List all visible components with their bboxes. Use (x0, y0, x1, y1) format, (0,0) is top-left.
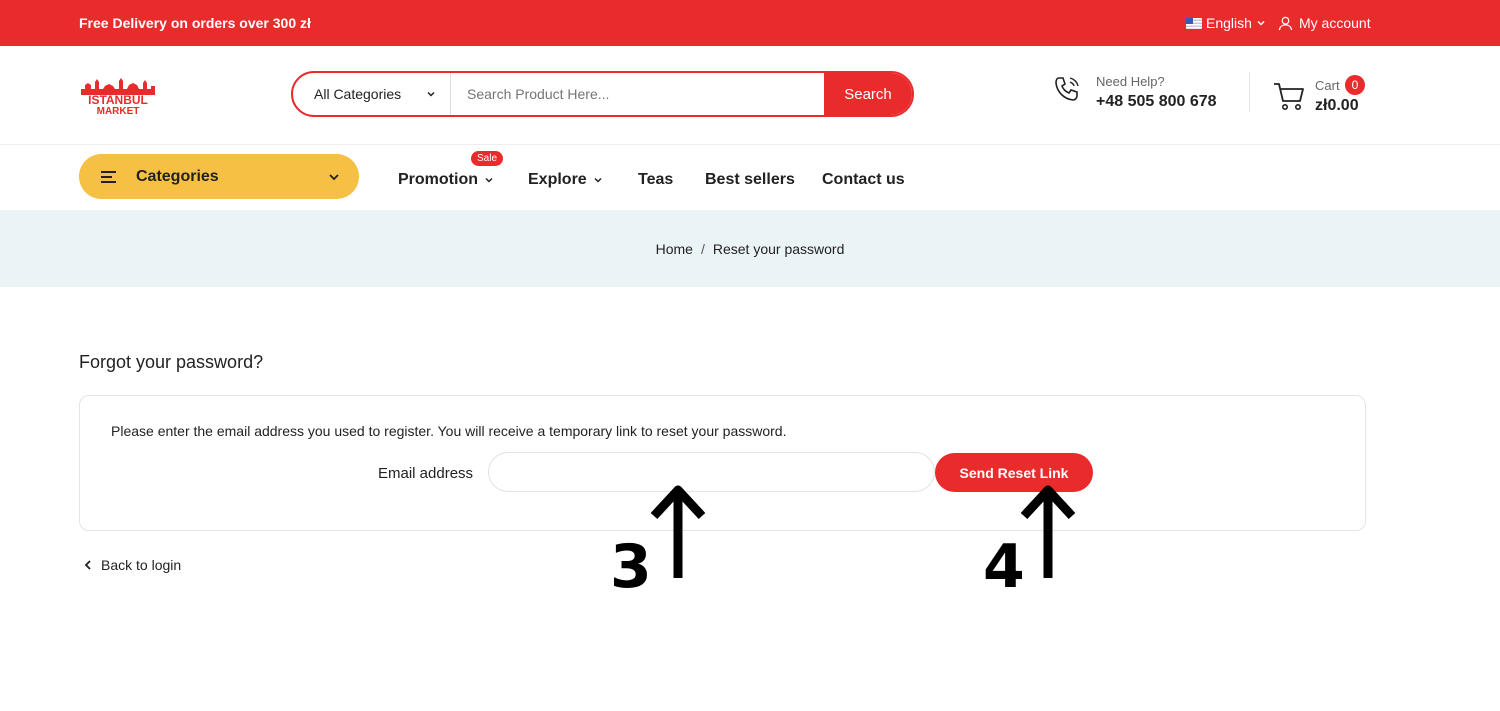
chevron-left-icon (84, 560, 91, 570)
nav-item-label: Promotion (398, 171, 478, 188)
nav-item-label: Explore (528, 171, 587, 188)
main-nav: Categories Sale Promotion Explore Teas B… (0, 145, 1500, 210)
categories-dropdown[interactable]: Categories (79, 154, 359, 199)
annotation-step-3: 3 (610, 480, 710, 605)
help-contact: Need Help? +48 505 800 678 (1052, 74, 1217, 111)
language-label: English (1206, 15, 1252, 31)
chevron-down-icon (594, 177, 602, 183)
annotation-number: 3 (610, 532, 652, 602)
breadcrumb: Home / Reset your password (0, 241, 1500, 257)
cart-count-badge: 0 (1345, 75, 1365, 95)
breadcrumb-bar: Home / Reset your password (0, 210, 1500, 287)
category-select[interactable]: All Categories (293, 73, 451, 115)
logo-text-top: ISTANBUL (88, 93, 148, 107)
header-divider (1249, 72, 1250, 112)
menu-icon (101, 170, 116, 183)
my-account-link[interactable]: My account (1278, 15, 1371, 31)
breadcrumb-home-link[interactable]: Home (656, 241, 693, 257)
cart-total: zł0.00 (1315, 97, 1359, 114)
us-flag-icon (1186, 17, 1202, 29)
category-select-label: All Categories (314, 86, 402, 102)
breadcrumb-separator: / (700, 241, 705, 257)
email-field[interactable] (488, 452, 935, 492)
categories-label: Categories (136, 167, 219, 185)
search-input[interactable] (451, 73, 824, 115)
back-to-login-label: Back to login (101, 557, 182, 573)
main-header: ISTANBUL MARKET All Categories Search Ne… (0, 46, 1500, 145)
phone-icon (1055, 77, 1079, 101)
istanbul-market-logo[interactable]: ISTANBUL MARKET (79, 77, 157, 115)
reset-instructions: Please enter the email address you used … (111, 423, 787, 439)
phone-number[interactable]: +48 505 800 678 (1096, 93, 1217, 111)
arrow-up-icon (650, 485, 706, 578)
nav-item-promotion[interactable]: Promotion (398, 171, 494, 189)
cart-label: Cart (1315, 78, 1340, 93)
cart-icon (1274, 83, 1304, 110)
chevron-down-icon (427, 91, 435, 97)
nav-item-best-sellers[interactable]: Best sellers (705, 171, 795, 189)
nav-item-contact-us[interactable]: Contact us (822, 171, 905, 189)
search-button[interactable]: Search (824, 73, 912, 115)
top-bar: Free Delivery on orders over 300 zł Engl… (0, 0, 1500, 46)
language-selector[interactable]: English (1186, 15, 1266, 31)
chevron-down-icon (329, 173, 339, 180)
nav-item-explore[interactable]: Explore (528, 171, 603, 189)
annotation-number: 4 (983, 532, 1025, 602)
nav-item-label: Best sellers (705, 171, 795, 188)
cart-widget[interactable]: Cart 0 zł0.00 (1272, 75, 1372, 116)
back-to-login-link[interactable]: Back to login (84, 557, 181, 573)
annotation-step-4: 4 (983, 480, 1083, 605)
sale-badge: Sale (471, 151, 504, 166)
need-help-label: Need Help? (1096, 74, 1165, 89)
email-label: Email address (378, 465, 474, 482)
arrow-up-icon (1020, 485, 1076, 578)
page-title: Forgot your password? (79, 352, 264, 372)
reset-password-panel: Please enter the email address you used … (79, 395, 1366, 531)
nav-item-teas[interactable]: Teas (638, 171, 673, 189)
nav-item-label: Contact us (822, 171, 905, 188)
search-bar: All Categories Search (291, 71, 914, 117)
free-delivery-text: Free Delivery on orders over 300 zł (79, 15, 311, 31)
chevron-down-icon (1257, 20, 1265, 26)
logo-text-bottom: MARKET (97, 106, 140, 115)
chevron-down-icon (485, 177, 493, 183)
user-icon (1278, 16, 1293, 30)
breadcrumb-current: Reset your password (712, 241, 845, 257)
nav-item-label: Teas (638, 171, 674, 188)
my-account-label: My account (1299, 15, 1371, 31)
